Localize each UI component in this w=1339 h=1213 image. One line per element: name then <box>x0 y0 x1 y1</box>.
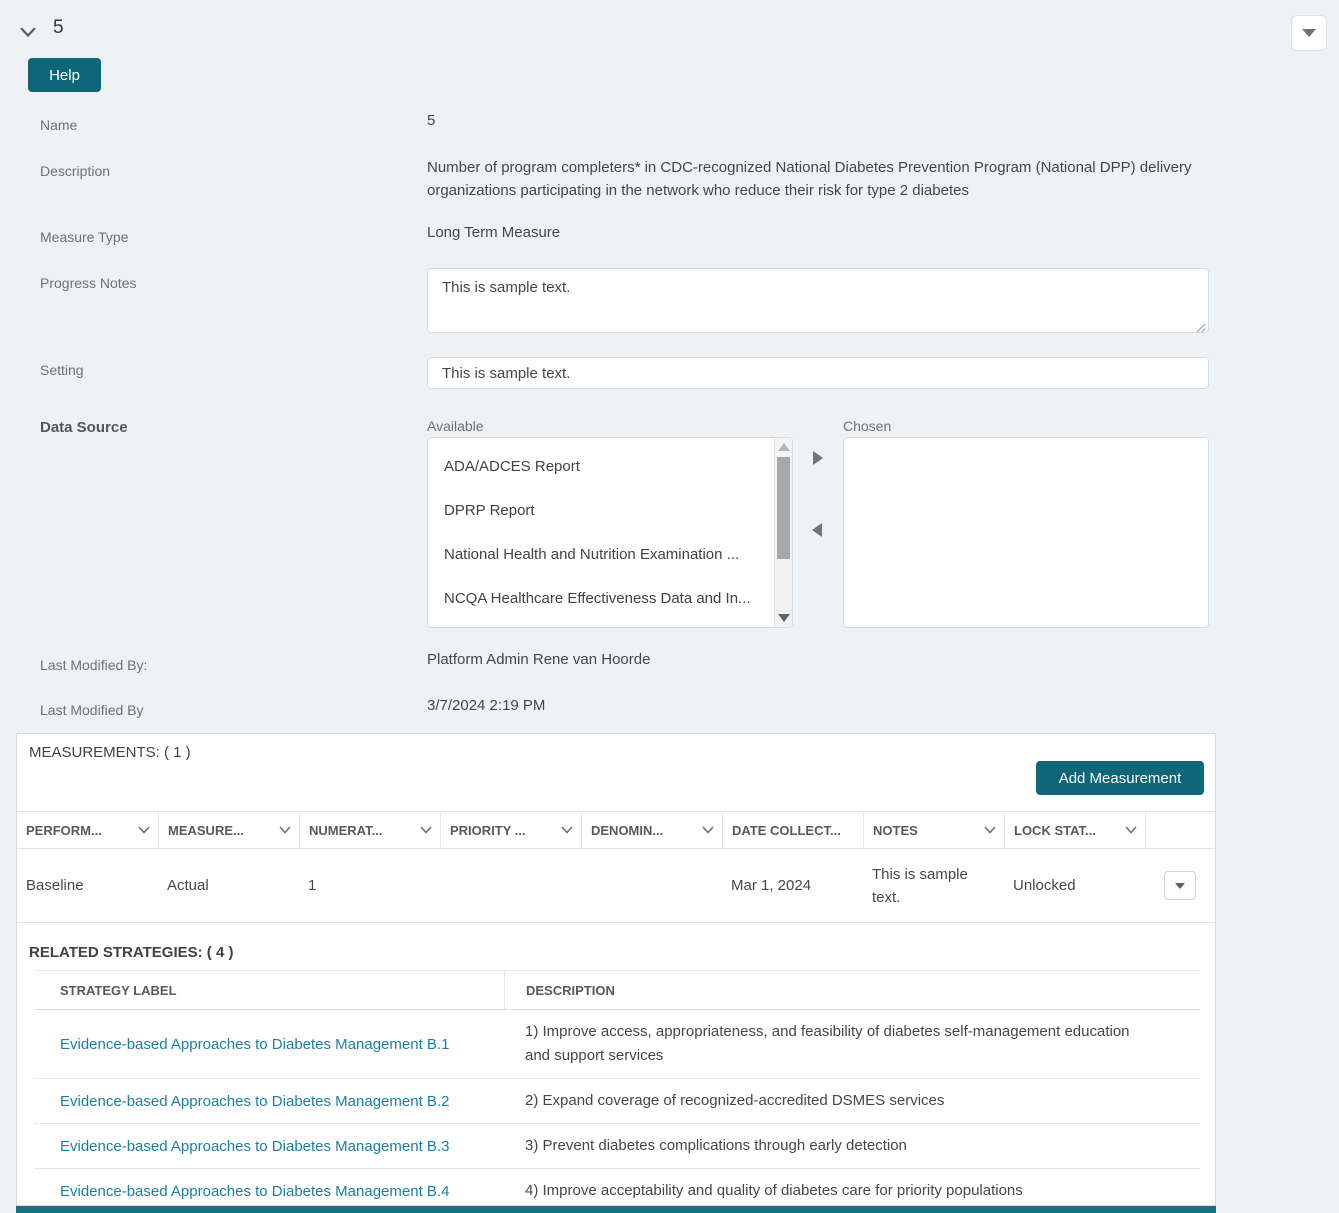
chevron-down-icon <box>1125 826 1137 834</box>
available-label: Available <box>427 418 484 434</box>
last-modified-date-label: Last Modified By <box>40 702 144 718</box>
available-option[interactable]: National Health and Nutrition Examinatio… <box>428 533 792 577</box>
chevron-down-icon <box>420 826 432 834</box>
progress-notes-label: Progress Notes <box>40 275 137 291</box>
description-value: Number of program completers* in CDC-rec… <box>427 159 1192 199</box>
setting-input[interactable] <box>427 357 1209 389</box>
column-header-denominator[interactable]: DENOMIN... <box>581 812 722 848</box>
chevron-down-icon <box>138 826 150 834</box>
chevron-down-icon <box>702 826 714 834</box>
available-listbox[interactable]: ADA/ADCES Report DPRP Report National He… <box>427 437 793 628</box>
available-option[interactable]: ADA/ADCES Report <box>428 445 792 489</box>
measure-type-label: Measure Type <box>40 229 129 245</box>
cell-lock-status: Unlocked <box>1013 877 1076 894</box>
measure-type-value: Long Term Measure <box>427 224 561 241</box>
description-label: Description <box>40 163 111 179</box>
measurements-title: MEASUREMENTS: ( 1 ) <box>29 744 191 761</box>
cell-date-collected: Mar 1, 2024 <box>731 877 812 894</box>
move-to-available-button[interactable] <box>812 523 822 537</box>
next-section-header-bar[interactable] <box>16 1206 1216 1213</box>
available-option[interactable]: NCQA Healthcare Effectiveness Data and I… <box>428 577 792 621</box>
column-header-description: DESCRIPTION <box>504 971 1200 1009</box>
strategy-link[interactable]: Evidence-based Approaches to Diabetes Ma… <box>60 1036 449 1053</box>
column-header-measure[interactable]: MEASURE... <box>158 812 299 848</box>
add-measurement-button[interactable]: Add Measurement <box>1036 761 1204 795</box>
dropdown-arrow-icon <box>1302 29 1316 37</box>
name-label: Name <box>40 117 78 133</box>
column-header-lock-status[interactable]: LOCK STAT... <box>1004 812 1145 848</box>
data-source-label: Data Source <box>40 419 128 436</box>
scrollbar-thumb[interactable] <box>777 457 790 559</box>
strategy-description: 1) Improve access, appropriateness, and … <box>525 1023 1130 1064</box>
strategy-row: Evidence-based Approaches to Diabetes Ma… <box>34 1010 1200 1079</box>
last-modified-by-value: Platform Admin Rene van Hoorde <box>427 651 651 668</box>
chosen-listbox[interactable] <box>843 437 1209 628</box>
column-header-notes[interactable]: NOTES <box>863 812 1004 848</box>
cell-notes: This is sample text. <box>872 865 968 906</box>
measurement-row: Baseline Actual 1 Mar 1, 2024 This is sa… <box>17 849 1215 923</box>
strategy-link[interactable]: Evidence-based Approaches to Diabetes Ma… <box>60 1093 449 1110</box>
section-collapse-chevron-icon[interactable] <box>18 22 38 42</box>
listbox-scrollbar[interactable] <box>774 438 792 627</box>
setting-label: Setting <box>40 362 84 378</box>
related-strategies-title: RELATED STRATEGIES: ( 4 ) <box>29 944 234 961</box>
cell-numerator: 1 <box>308 877 317 894</box>
measurements-table-header: PERFORM... MEASURE... NUMERAT... PRIORIT… <box>17 811 1215 849</box>
chevron-down-icon <box>279 826 291 834</box>
move-to-chosen-button[interactable] <box>813 451 823 465</box>
strategy-row: Evidence-based Approaches to Diabetes Ma… <box>34 1124 1200 1169</box>
page-title: 5 <box>53 17 64 38</box>
measure-detail-page: 5 Help Name 5 Description Number of prog… <box>0 0 1339 1213</box>
scroll-up-arrow-icon[interactable] <box>778 443 790 451</box>
available-option[interactable]: DPRP Report <box>428 489 792 533</box>
measurements-table: PERFORM... MEASURE... NUMERAT... PRIORIT… <box>17 811 1215 923</box>
row-actions-button[interactable] <box>1164 871 1196 900</box>
column-header-priority[interactable]: PRIORITY ... <box>440 812 581 848</box>
section-menu-button[interactable] <box>1291 15 1327 51</box>
measurements-panel: MEASUREMENTS: ( 1 ) Add Measurement PERF… <box>16 733 1216 1206</box>
cell-performance: Baseline <box>26 877 84 894</box>
chevron-down-icon <box>561 826 573 834</box>
cell-measure: Actual <box>167 877 209 894</box>
scroll-down-arrow-icon[interactable] <box>778 614 790 622</box>
strategy-link[interactable]: Evidence-based Approaches to Diabetes Ma… <box>60 1183 449 1200</box>
strategy-description: 3) Prevent diabetes complications throug… <box>525 1137 907 1154</box>
chosen-label: Chosen <box>843 418 892 434</box>
related-strategies-table: STRATEGY LABEL DESCRIPTION Evidence-base… <box>34 970 1200 1213</box>
resize-grip-icon[interactable] <box>1196 320 1206 338</box>
help-button[interactable]: Help <box>28 58 101 92</box>
column-header-numerator[interactable]: NUMERAT... <box>299 812 440 848</box>
column-header-performance[interactable]: PERFORM... <box>17 812 158 848</box>
progress-notes-textarea[interactable]: This is sample text. <box>427 268 1209 333</box>
column-header-date-collected[interactable]: DATE COLLECT... <box>722 812 863 848</box>
column-header-actions <box>1145 812 1215 848</box>
strategy-row: Evidence-based Approaches to Diabetes Ma… <box>34 1079 1200 1124</box>
strategy-description: 2) Expand coverage of recognized-accredi… <box>525 1092 945 1109</box>
name-value: 5 <box>427 112 436 129</box>
dropdown-arrow-icon <box>1175 882 1185 889</box>
related-strategies-header: STRATEGY LABEL DESCRIPTION <box>34 970 1200 1010</box>
chevron-down-icon <box>984 826 996 834</box>
strategy-link[interactable]: Evidence-based Approaches to Diabetes Ma… <box>60 1138 449 1155</box>
last-modified-date-value: 3/7/2024 2:19 PM <box>427 697 546 714</box>
last-modified-by-label: Last Modified By: <box>40 657 148 673</box>
column-header-strategy-label: STRATEGY LABEL <box>60 982 177 998</box>
